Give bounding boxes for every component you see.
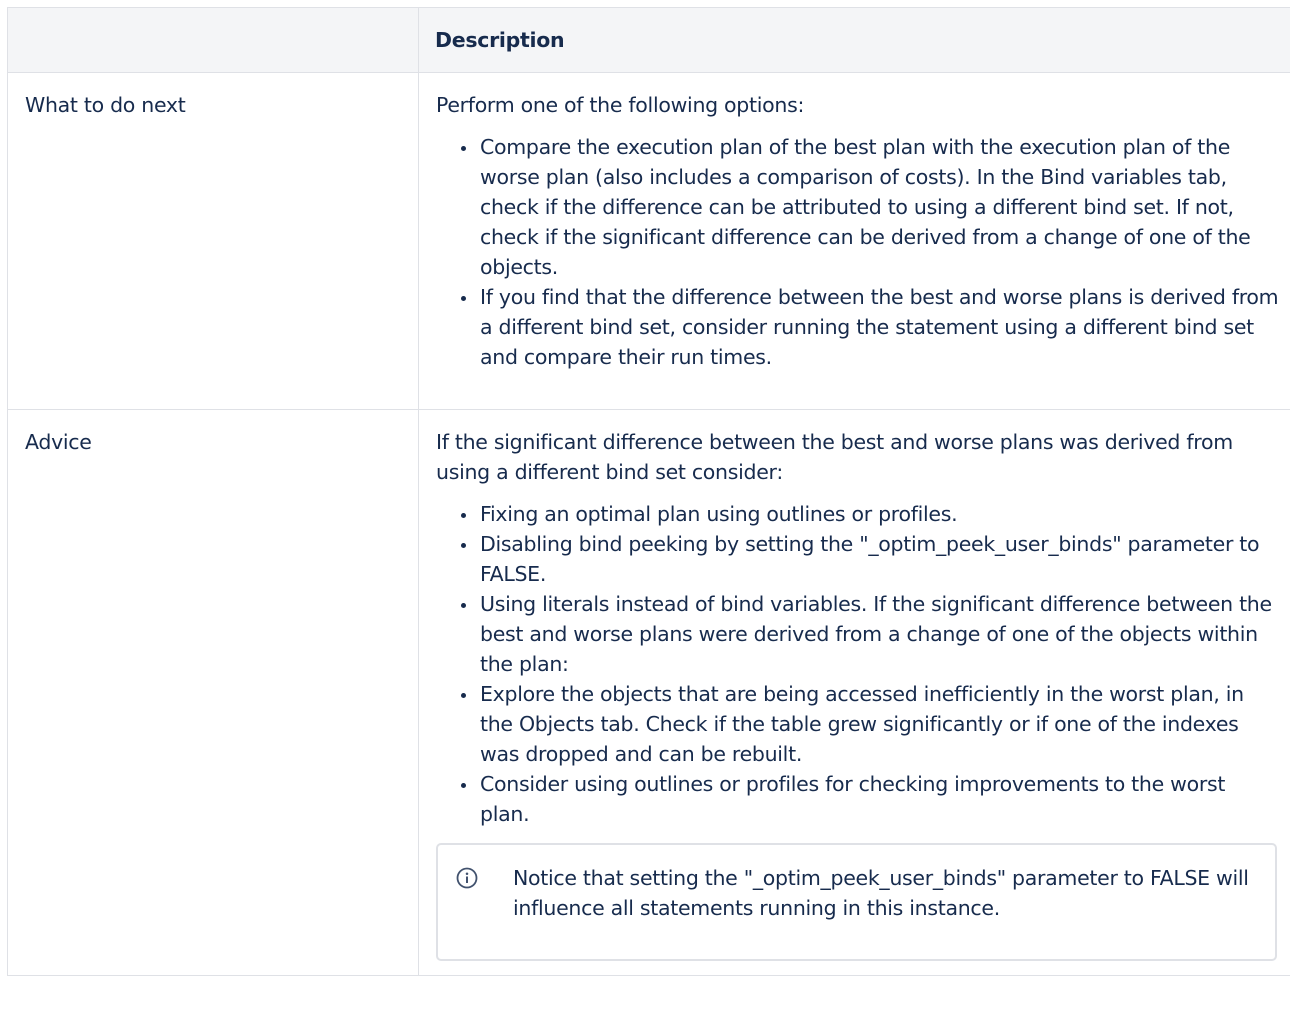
row-label-advice: Advice xyxy=(7,409,419,976)
list-item-text: Compare the execution plan of the best p… xyxy=(480,135,1251,279)
row-label-what-to-do-next: What to do next xyxy=(7,72,419,410)
list-item-text: Consider using outlines or profiles for … xyxy=(480,772,1226,826)
list-item: Fixing an optimal plan using outlines or… xyxy=(461,499,1280,529)
description-table: Description What to do next Perform one … xyxy=(7,7,1290,976)
bullet-icon xyxy=(461,693,466,698)
intro-text: If the significant difference between th… xyxy=(436,430,1233,484)
advice-list: Fixing an optimal plan using outlines or… xyxy=(436,499,1280,829)
list-item-text: Using literals instead of bind variables… xyxy=(480,592,1272,676)
table-header-row: Description xyxy=(7,7,1290,73)
list-item-text: Explore the objects that are being acces… xyxy=(480,682,1244,766)
info-icon xyxy=(456,867,478,889)
list-item-text: If you find that the difference between … xyxy=(480,285,1279,369)
list-item: Using literals instead of bind variables… xyxy=(461,589,1280,679)
bullet-icon xyxy=(461,146,466,151)
table-row: Advice If the significant difference bet… xyxy=(7,409,1290,976)
info-note-panel: Notice that setting the "_optim_peek_use… xyxy=(436,843,1277,961)
list-item: Disabling bind peeking by setting the "_… xyxy=(461,529,1280,589)
bullet-icon xyxy=(461,513,466,518)
intro-text: Perform one of the following options: xyxy=(436,93,805,117)
header-empty-cell xyxy=(7,7,419,73)
list-item: Compare the execution plan of the best p… xyxy=(461,132,1280,282)
list-item: Consider using outlines or profiles for … xyxy=(461,769,1280,829)
row-content-what-to-do-next: Perform one of the following options: Co… xyxy=(418,72,1290,410)
list-item-text: Fixing an optimal plan using outlines or… xyxy=(480,502,958,526)
bullet-icon xyxy=(461,783,466,788)
info-note-text: Notice that setting the "_optim_peek_use… xyxy=(513,866,1249,920)
bullet-icon xyxy=(461,603,466,608)
header-description: Description xyxy=(418,7,1290,73)
list-item: Explore the objects that are being acces… xyxy=(461,679,1280,769)
table-row: What to do next Perform one of the follo… xyxy=(7,72,1290,410)
bullet-icon xyxy=(461,296,466,301)
row-content-advice: If the significant difference between th… xyxy=(418,409,1290,976)
list-item-text: Disabling bind peeking by setting the "_… xyxy=(480,532,1260,586)
list-item: If you find that the difference between … xyxy=(461,282,1280,372)
options-list: Compare the execution plan of the best p… xyxy=(436,132,1280,372)
bullet-icon xyxy=(461,543,466,548)
